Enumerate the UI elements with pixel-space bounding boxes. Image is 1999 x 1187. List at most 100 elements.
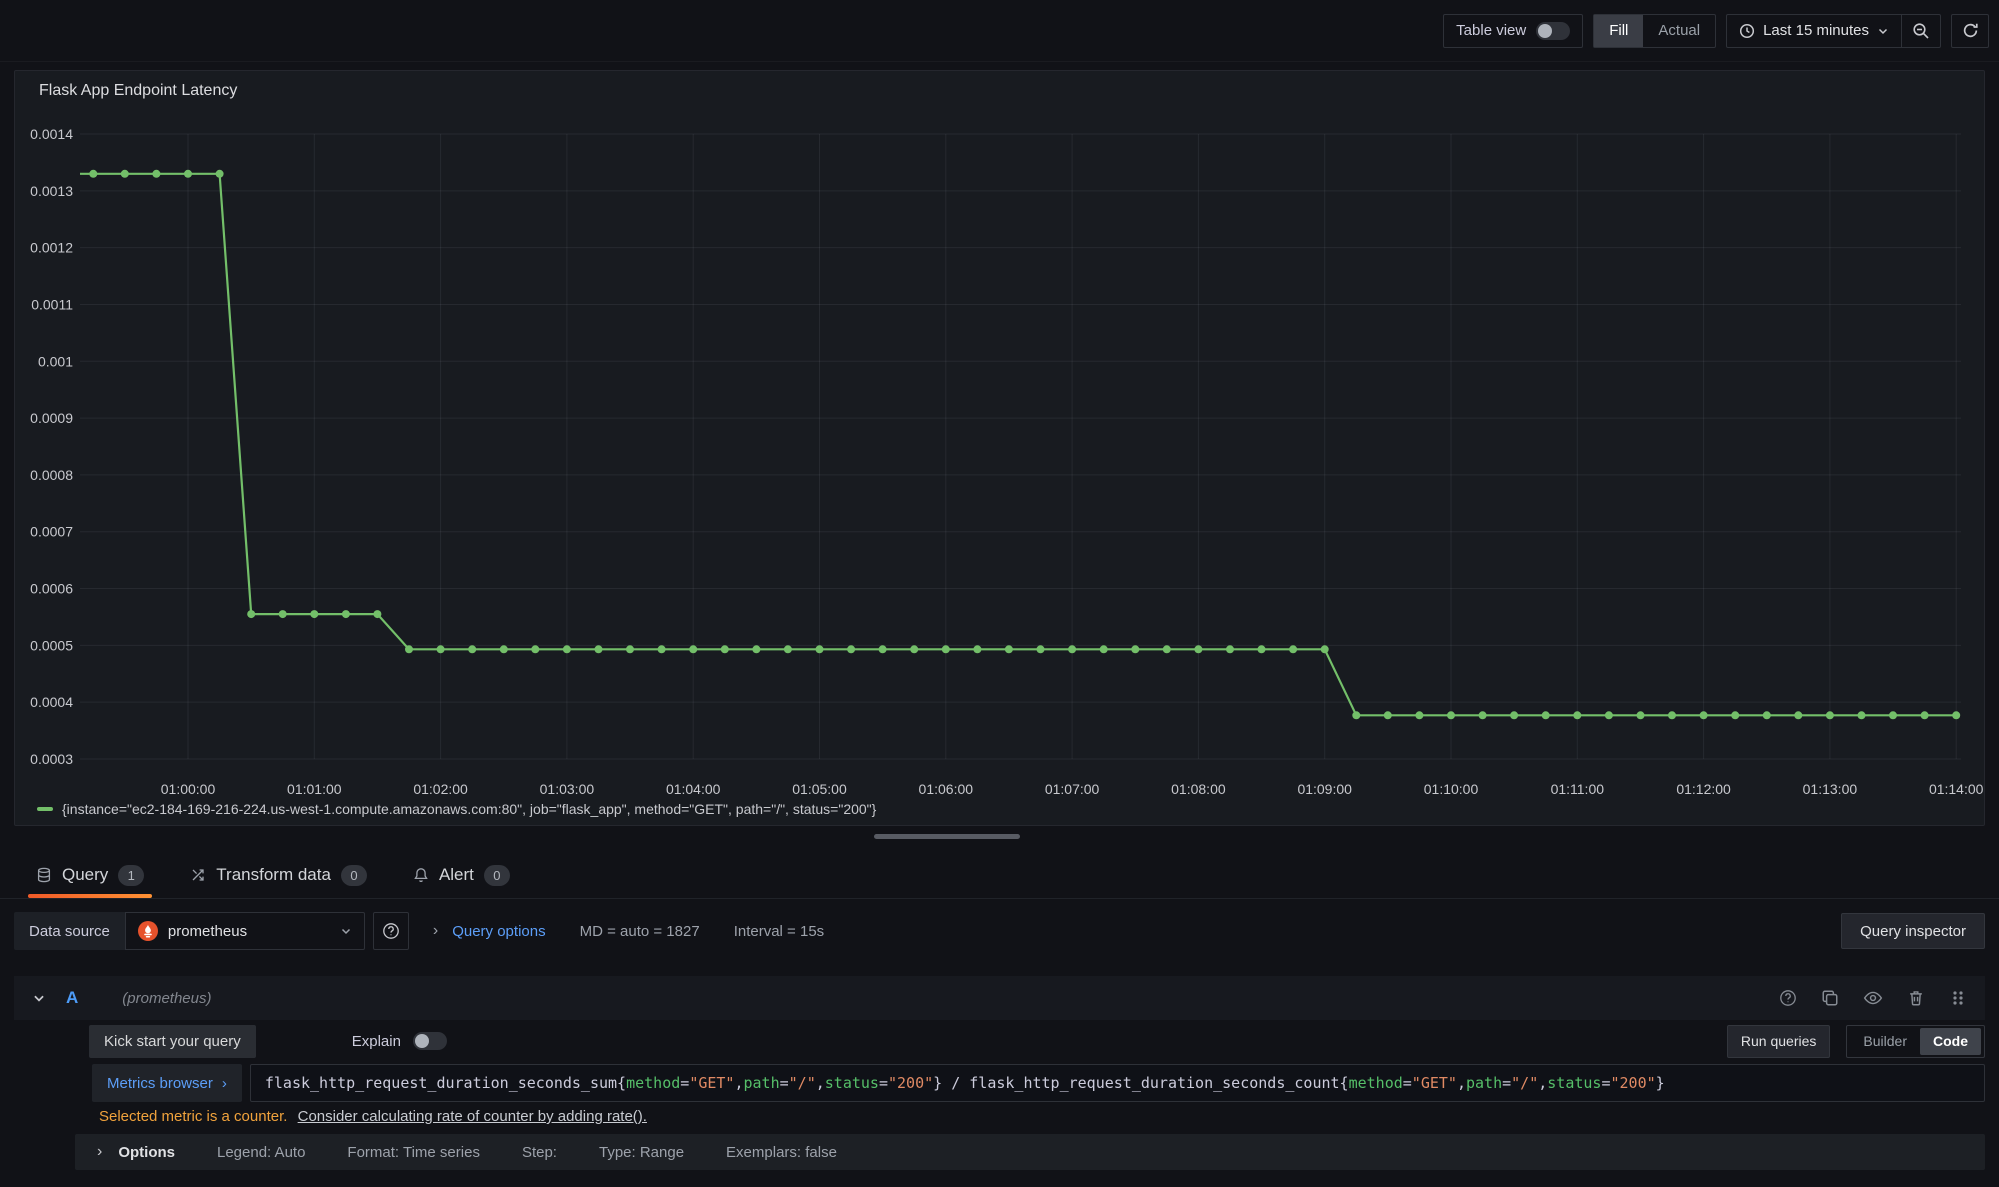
chevron-right-icon[interactable]: › (97, 1143, 102, 1161)
legend-item[interactable]: {instance="ec2-184-169-216-224.us-west-1… (37, 801, 876, 817)
drag-handle-icon[interactable] (1949, 989, 1967, 1007)
counter-warning: Selected metric is a counter. Consider c… (99, 1108, 647, 1125)
legend-option: Legend: Auto (217, 1144, 305, 1161)
zoom-out-button[interactable] (1902, 15, 1940, 47)
svg-text:01:04:00: 01:04:00 (666, 781, 721, 797)
step-option: Step: (522, 1144, 557, 1161)
code-mode-button[interactable]: Code (1920, 1028, 1981, 1055)
query-options-bar: › Options Legend: Auto Format: Time seri… (75, 1134, 1985, 1170)
divider (0, 898, 1999, 899)
refresh-button[interactable] (1951, 14, 1989, 48)
tab-alert[interactable]: Alert 0 (405, 852, 518, 898)
time-series-chart[interactable]: 0.00140.00130.00120.00110.0010.00090.000… (15, 111, 1986, 801)
svg-text:0.0006: 0.0006 (30, 581, 73, 597)
time-range-label: Last 15 minutes (1763, 22, 1869, 39)
zoom-out-icon (1912, 22, 1930, 40)
query-toolbar: Kick start your query Explain Run querie… (89, 1024, 1985, 1058)
chart-panel: Flask App Endpoint Latency 0.00140.00130… (14, 70, 1985, 826)
clock-icon (1739, 23, 1755, 39)
datasource-row: Data source prometheus › Query options M… (14, 912, 1985, 950)
exemplars-option: Exemplars: false (726, 1144, 837, 1161)
explain-control: Explain (352, 1032, 447, 1050)
datasource-selected-value: prometheus (168, 923, 247, 940)
query-ref-id: A (66, 988, 78, 1008)
svg-text:01:13:00: 01:13:00 (1803, 781, 1858, 797)
tab-query[interactable]: Query 1 (28, 852, 152, 898)
query-help-button[interactable] (1779, 989, 1797, 1007)
toggle-knob (1538, 24, 1552, 38)
toggle-visibility-button[interactable] (1863, 988, 1883, 1008)
svg-text:0.001: 0.001 (38, 353, 73, 369)
interval-summary: Interval = 15s (734, 923, 824, 940)
svg-text:0.0012: 0.0012 (30, 240, 73, 256)
svg-text:0.0004: 0.0004 (30, 694, 73, 710)
kick-start-query-button[interactable]: Kick start your query (89, 1025, 256, 1058)
fill-button[interactable]: Fill (1594, 15, 1643, 47)
promql-editor-row: Metrics browser › flask_http_request_dur… (92, 1064, 1985, 1102)
fill-actual-segmented: Fill Actual (1593, 14, 1716, 48)
svg-text:01:01:00: 01:01:00 (287, 781, 342, 797)
chevron-right-icon: › (222, 1075, 227, 1092)
metrics-browser-button[interactable]: Metrics browser › (92, 1064, 242, 1102)
options-toggle[interactable]: Options (118, 1144, 175, 1161)
panel-title: Flask App Endpoint Latency (39, 82, 237, 100)
tab-label: Transform data (216, 865, 331, 885)
tab-transform-data[interactable]: Transform data 0 (182, 852, 375, 898)
query-options-toggle[interactable]: Query options (452, 923, 545, 940)
datasource-label: Data source (14, 912, 125, 950)
tab-label: Alert (439, 865, 474, 885)
svg-text:01:07:00: 01:07:00 (1045, 781, 1100, 797)
add-rate-hint-link[interactable]: Consider calculating rate of counter by … (298, 1108, 647, 1125)
editor-tabs: Query 1 Transform data 0 Alert 0 (28, 852, 518, 898)
actual-button[interactable]: Actual (1643, 15, 1715, 47)
duplicate-query-button[interactable] (1821, 989, 1839, 1007)
builder-code-segmented: Builder Code (1846, 1025, 1985, 1058)
explain-toggle[interactable] (413, 1032, 447, 1050)
delete-query-button[interactable] (1907, 989, 1925, 1007)
svg-text:01:08:00: 01:08:00 (1171, 781, 1226, 797)
datasource-help-button[interactable] (373, 912, 409, 950)
pane-resize-handle[interactable] (874, 834, 1020, 839)
svg-text:01:00:00: 01:00:00 (161, 781, 216, 797)
collapse-chevron-icon[interactable] (32, 991, 46, 1005)
explain-label: Explain (352, 1033, 401, 1050)
builder-mode-button[interactable]: Builder (1850, 1026, 1920, 1057)
promql-input[interactable]: flask_http_request_duration_seconds_sum{… (250, 1064, 1985, 1102)
metrics-browser-label: Metrics browser (107, 1075, 213, 1092)
database-icon (36, 867, 52, 883)
svg-text:0.0003: 0.0003 (30, 751, 73, 767)
prometheus-icon (138, 921, 158, 941)
table-view-toggle[interactable] (1536, 22, 1570, 40)
warning-text: Selected metric is a counter. (99, 1108, 287, 1125)
refresh-icon (1962, 22, 1979, 39)
query-inspector-button[interactable]: Query inspector (1841, 913, 1985, 949)
top-toolbar: Table view Fill Actual Last 15 minutes (0, 0, 1999, 62)
run-queries-button[interactable]: Run queries (1727, 1025, 1831, 1058)
svg-text:0.0007: 0.0007 (30, 524, 73, 540)
toggle-knob (415, 1034, 429, 1048)
svg-text:01:12:00: 01:12:00 (1676, 781, 1731, 797)
time-range-button[interactable]: Last 15 minutes (1727, 15, 1901, 47)
chevron-down-icon (1877, 25, 1889, 37)
svg-text:01:06:00: 01:06:00 (919, 781, 974, 797)
type-option: Type: Range (599, 1144, 684, 1161)
svg-text:0.0005: 0.0005 (30, 637, 73, 653)
legend-series-swatch (37, 807, 53, 811)
svg-text:0.0011: 0.0011 (31, 296, 73, 312)
help-icon (382, 922, 400, 940)
svg-text:01:11:00: 01:11:00 (1551, 781, 1605, 797)
tab-query-badge: 1 (118, 865, 144, 886)
tab-label: Query (62, 865, 108, 885)
svg-text:01:10:00: 01:10:00 (1424, 781, 1479, 797)
tab-alert-badge: 0 (484, 865, 510, 886)
svg-text:0.0013: 0.0013 (30, 183, 73, 199)
table-view-control: Table view (1443, 14, 1583, 48)
bell-icon (413, 867, 429, 883)
query-datasource-note: (prometheus) (122, 990, 211, 1007)
datasource-select[interactable]: prometheus (125, 912, 365, 950)
chevron-right-icon[interactable]: › (433, 922, 438, 940)
grafana-panel-editor: { "toolbar": { "table_view_label": "Tabl… (0, 0, 1999, 1187)
svg-text:01:03:00: 01:03:00 (540, 781, 595, 797)
table-view-label: Table view (1456, 22, 1526, 39)
time-range-control: Last 15 minutes (1726, 14, 1941, 48)
